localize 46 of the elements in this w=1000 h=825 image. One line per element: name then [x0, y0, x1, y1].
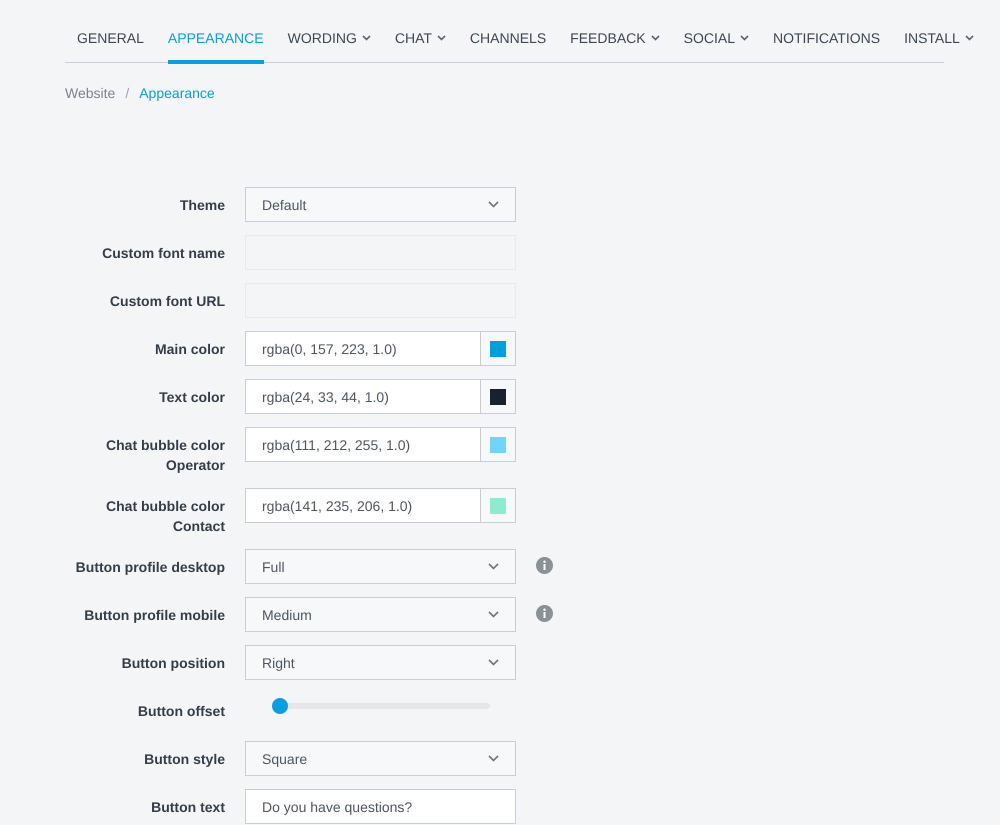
nav-tab[interactable]: FEEDBACK [570, 16, 660, 64]
dropdown-select[interactable]: Right [245, 645, 516, 680]
nav-tab[interactable]: GENERAL [77, 16, 144, 64]
field-label: Button offset [136, 702, 225, 721]
info-icon[interactable] [536, 557, 553, 574]
chevron-down-icon [488, 201, 499, 208]
nav-tab[interactable]: WORDING [288, 16, 371, 64]
color-input[interactable]: rgba(0, 157, 223, 1.0) [245, 331, 516, 366]
nav-tab[interactable]: CHAT [394, 16, 446, 64]
text-input[interactable]: Do you have questions? [245, 789, 516, 824]
breadcrumb-separator: / [125, 85, 130, 101]
breadcrumb-link[interactable]: Website [65, 85, 116, 101]
nav-tab[interactable]: CHANNELS [470, 16, 546, 64]
chevron-down-icon [488, 755, 499, 762]
dropdown-select[interactable]: Square [245, 741, 516, 776]
color-input[interactable]: rgba(111, 212, 255, 1.0) [245, 427, 516, 462]
chevron-down-icon [488, 611, 499, 618]
field-label: Button style [143, 750, 225, 769]
field-label: Custom font URL [108, 292, 225, 311]
dropdown-select[interactable]: Full [245, 549, 516, 584]
field-label: Chat bubble color Operator [105, 436, 225, 475]
color-swatch[interactable] [490, 436, 506, 452]
nav-tab[interactable]: SOCIAL [684, 16, 749, 64]
field-label: Chat bubble color Contact [105, 497, 225, 536]
chevron-down-icon [488, 563, 499, 570]
color-input[interactable]: rgba(141, 235, 206, 1.0) [245, 488, 516, 523]
field-label: Main color [154, 340, 225, 359]
field-label: Custom font name [101, 244, 225, 263]
slider-track[interactable] [272, 698, 490, 714]
color-input[interactable]: rgba(24, 33, 44, 1.0) [245, 379, 516, 414]
dropdown-select[interactable]: Medium [245, 597, 516, 632]
dropdown-select[interactable]: Default [245, 187, 516, 222]
field-label: Button profile mobile [83, 606, 225, 625]
nav-tab[interactable]: NOTIFICATIONS [773, 16, 880, 64]
color-swatch[interactable] [490, 340, 506, 356]
nav-tab[interactable]: INSTALL [904, 16, 974, 64]
color-swatch[interactable] [490, 388, 506, 404]
slider-thumb[interactable] [272, 698, 288, 714]
field-label: Text color [158, 388, 225, 407]
field-label: Button text [150, 798, 225, 817]
field-label: Theme [178, 196, 225, 215]
field-label: Button profile desktop [74, 558, 225, 577]
chevron-down-icon [488, 659, 499, 666]
color-swatch[interactable] [490, 498, 506, 514]
info-icon[interactable] [536, 605, 553, 622]
field-label: Button position [120, 654, 225, 673]
